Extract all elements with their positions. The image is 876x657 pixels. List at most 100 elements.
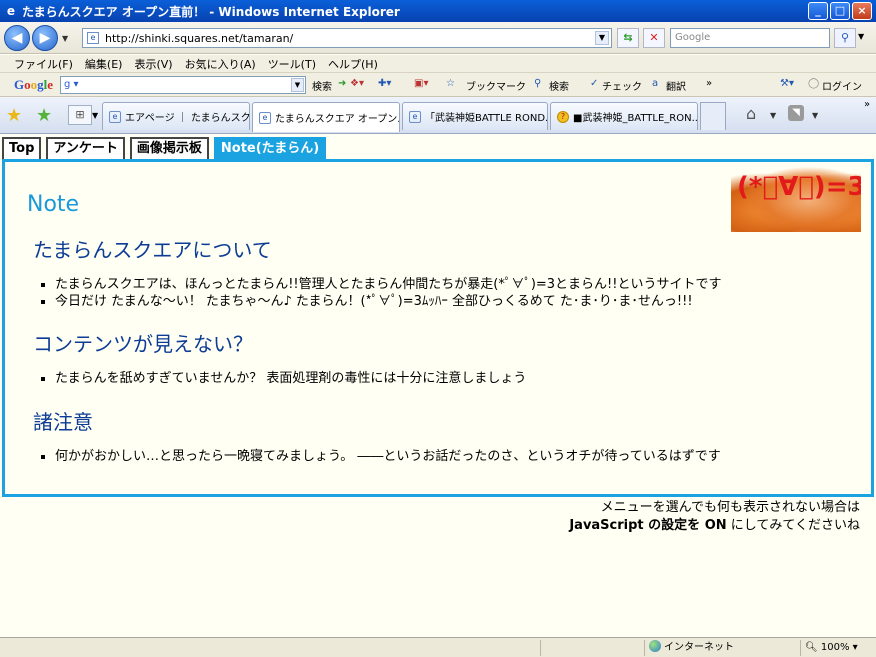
title-bar: e たまらんスクエア オープン直前！ - Windows Internet Ex… <box>0 0 876 22</box>
site-tab-top[interactable]: Top <box>2 137 42 159</box>
add-favorite-icon[interactable]: ★ <box>36 105 52 126</box>
list-item: たまらんスクエアは、ほんっとたまらん!!管理人とたまらん仲間たちが暴走(*ﾟ∀ﾟ… <box>55 276 721 293</box>
star-icon[interactable]: ☆ <box>446 78 455 89</box>
zoom-icon: 🔍︎ <box>805 642 818 653</box>
page-icon: e <box>87 32 99 44</box>
menu-view[interactable]: 表示(V) <box>134 56 172 72</box>
contents-list: たまらんを舐めすぎていませんか？ 表面処理剤の毒性には十分に注意しましょう <box>37 370 526 387</box>
site-tab-survey[interactable]: アンケート <box>46 137 125 159</box>
menu-edit[interactable]: 編集(E) <box>85 56 123 72</box>
tab-label: 「武装神姫BATTLE ROND... <box>425 113 548 124</box>
zoom-control[interactable]: 🔍︎ 100% ▾ <box>800 640 870 656</box>
tab-label: たまらんスクエア オープン... <box>275 114 400 125</box>
globe-icon <box>649 640 661 652</box>
notice-line-2: JavaScript の設定を ON にしてみてくださいね <box>569 517 860 535</box>
search-icon[interactable]: ⚲ <box>834 28 856 48</box>
menu-tools[interactable]: ツール(T) <box>268 56 316 72</box>
popup-block-icon[interactable]: ▣▾ <box>414 78 428 89</box>
spellcheck-icon[interactable]: ✓ <box>590 78 598 89</box>
browser-tab-2[interactable]: e たまらんスクエア オープン... × <box>252 102 400 132</box>
favorites-star-icon[interactable]: ★ <box>6 105 22 126</box>
login-button[interactable]: ログイン <box>822 78 862 93</box>
mascot-image: (*ﾟ∀ﾟ)=3 <box>731 162 861 232</box>
rss-feed-icon[interactable]: ◥ <box>788 105 804 121</box>
stop-button[interactable]: ✕ <box>643 28 665 48</box>
rss-dropdown-icon[interactable]: ▼ <box>812 111 818 120</box>
menu-bar: ファイル(F) 編集(E) 表示(V) お気に入り(A) ツール(T) ヘルプ(… <box>0 55 876 73</box>
home-icon[interactable]: ⌂ <box>746 104 756 123</box>
maximize-button[interactable]: □ <box>830 2 850 20</box>
home-dropdown-icon[interactable]: ▼ <box>770 111 776 120</box>
pagerank-icon[interactable]: ❖▾ <box>350 78 364 89</box>
security-zone[interactable]: インターネット <box>644 640 764 656</box>
browser-tab-3[interactable]: e 「武装神姫BATTLE ROND... <box>402 102 548 130</box>
list-item: たまらんを舐めすぎていませんか？ 表面処理剤の毒性には十分に注意しましょう <box>55 370 526 387</box>
notice-line-1: メニューを選んでも何も表示されない場合は <box>600 500 860 515</box>
menu-help[interactable]: ヘルプ(H) <box>328 56 378 72</box>
ie-logo-icon: e <box>6 4 16 18</box>
search-input[interactable]: Google <box>670 28 830 48</box>
check-menu[interactable]: チェック <box>602 78 642 93</box>
page-icon: e <box>259 111 271 124</box>
google-search-input[interactable]: g ▾ ▼ <box>60 76 306 94</box>
translate-menu[interactable]: 翻訳 <box>666 78 686 93</box>
more-chevron-icon[interactable]: » <box>706 78 712 89</box>
browser-tab-1[interactable]: e エアページ ｜ たまらんスクエア <box>102 102 250 130</box>
search-options-dropdown-icon[interactable]: ▼ <box>858 32 864 41</box>
status-bar: インターネット 🔍︎ 100% ▾ <box>0 637 876 657</box>
javascript-notice: メニューを選んでも何も表示されない場合は JavaScript の設定を ON … <box>569 499 860 535</box>
menu-favorites[interactable]: お気に入り(A) <box>185 56 256 72</box>
go-arrow-icon[interactable]: ➜ <box>338 78 346 89</box>
video-site-icon: ? <box>557 110 569 123</box>
content-panel: (*ﾟ∀ﾟ)=3 Note たまらんスクエアについて たまらんスクエアは、ほんっ… <box>2 159 874 497</box>
login-icon[interactable]: ◯ <box>808 78 819 89</box>
web-page: Top アンケート 画像掲示板 Note(たまらん) (*ﾟ∀ﾟ)=3 Note… <box>0 135 876 637</box>
magnifier-icon[interactable]: ⚲ <box>534 78 541 89</box>
plus-icon[interactable]: ✚▾ <box>378 78 391 89</box>
about-list: たまらんスクエアは、ほんっとたまらん!!管理人とたまらん仲間たちが暴走(*ﾟ∀ﾟ… <box>37 276 721 310</box>
google-search-dropdown-icon[interactable]: ▼ <box>291 78 304 92</box>
section-heading-about: たまらんスクエアについて <box>33 238 272 262</box>
notice-tail: にしてみてくださいね <box>730 518 860 533</box>
google-search-button[interactable]: 検索 <box>312 78 332 93</box>
bookmarks-menu[interactable]: ブックマーク <box>466 78 526 93</box>
section-heading-contents: コンテンツが見えない？ <box>33 332 253 356</box>
address-bar[interactable]: e http://shinki.squares.net/tamaran/ ▼ <box>82 28 612 48</box>
new-tab-button[interactable] <box>700 102 726 130</box>
google-toolbar: Google g ▾ ▼ 検索 ➜ ❖▾ ✚▾ ▣▾ ☆ ブックマーク ⚲ 検索… <box>0 73 876 97</box>
close-window-button[interactable]: × <box>852 2 872 20</box>
tab-label: ■武装神姫_BATTLE_RON... <box>573 113 698 124</box>
site-tab-note[interactable]: Note(たまらん) <box>213 137 327 159</box>
refresh-button[interactable]: ⇆ <box>617 28 639 48</box>
minimize-button[interactable]: _ <box>808 2 828 20</box>
page-icon: e <box>409 110 421 123</box>
tab-label: エアページ ｜ たまらんスクエア <box>125 113 250 124</box>
menu-file[interactable]: ファイル(F) <box>14 56 73 72</box>
back-button[interactable]: ◀ <box>4 25 30 51</box>
url-text[interactable]: http://shinki.squares.net/tamaran/ <box>105 32 293 45</box>
page-icon: e <box>109 110 121 123</box>
more-chevron-icon[interactable]: » <box>864 99 870 110</box>
zone-label: インターネット <box>664 642 734 653</box>
forward-button[interactable]: ▶ <box>32 25 58 51</box>
section-heading-notes: 諸注意 <box>33 410 93 434</box>
site-tab-image-board[interactable]: 画像掲示板 <box>129 137 209 159</box>
mascot-face-text: (*ﾟ∀ﾟ)=3 <box>737 172 861 202</box>
quick-tabs-icon[interactable]: ⊞ <box>68 105 92 125</box>
notes-list: 何かがおかしい…と思ったら一晩寝てみましょう。 ――というお話だったのさ、という… <box>37 448 721 465</box>
tab-list-dropdown-icon[interactable]: ▼ <box>92 111 98 120</box>
list-item: 何かがおかしい…と思ったら一晩寝てみましょう。 ――というお話だったのさ、という… <box>55 448 721 465</box>
notice-js-setting: JavaScript の設定を ON <box>569 518 727 533</box>
address-dropdown-icon[interactable]: ▼ <box>595 31 609 45</box>
window-controls: _ □ × <box>808 2 872 20</box>
status-section <box>540 640 644 656</box>
site-nav: Top アンケート 画像掲示板 Note(たまらん) <box>2 137 327 159</box>
list-item: 今日だけ たまんな～い！ たまちゃ～ん♪ たまらん！(*ﾟ∀ﾟ)=3ﾑｯﾊｰ 全… <box>55 293 721 310</box>
browser-tab-4[interactable]: ? ■武装神姫_BATTLE_RON... <box>550 102 698 130</box>
translate-icon[interactable]: a <box>652 78 658 89</box>
page-title: Note <box>27 192 80 217</box>
wrench-icon[interactable]: ⚒▾ <box>780 78 794 89</box>
history-dropdown-icon[interactable]: ▼ <box>62 34 68 43</box>
search-menu[interactable]: 検索 <box>549 78 569 93</box>
address-toolbar: ◀ ▶ ▼ e http://shinki.squares.net/tamara… <box>0 22 876 54</box>
